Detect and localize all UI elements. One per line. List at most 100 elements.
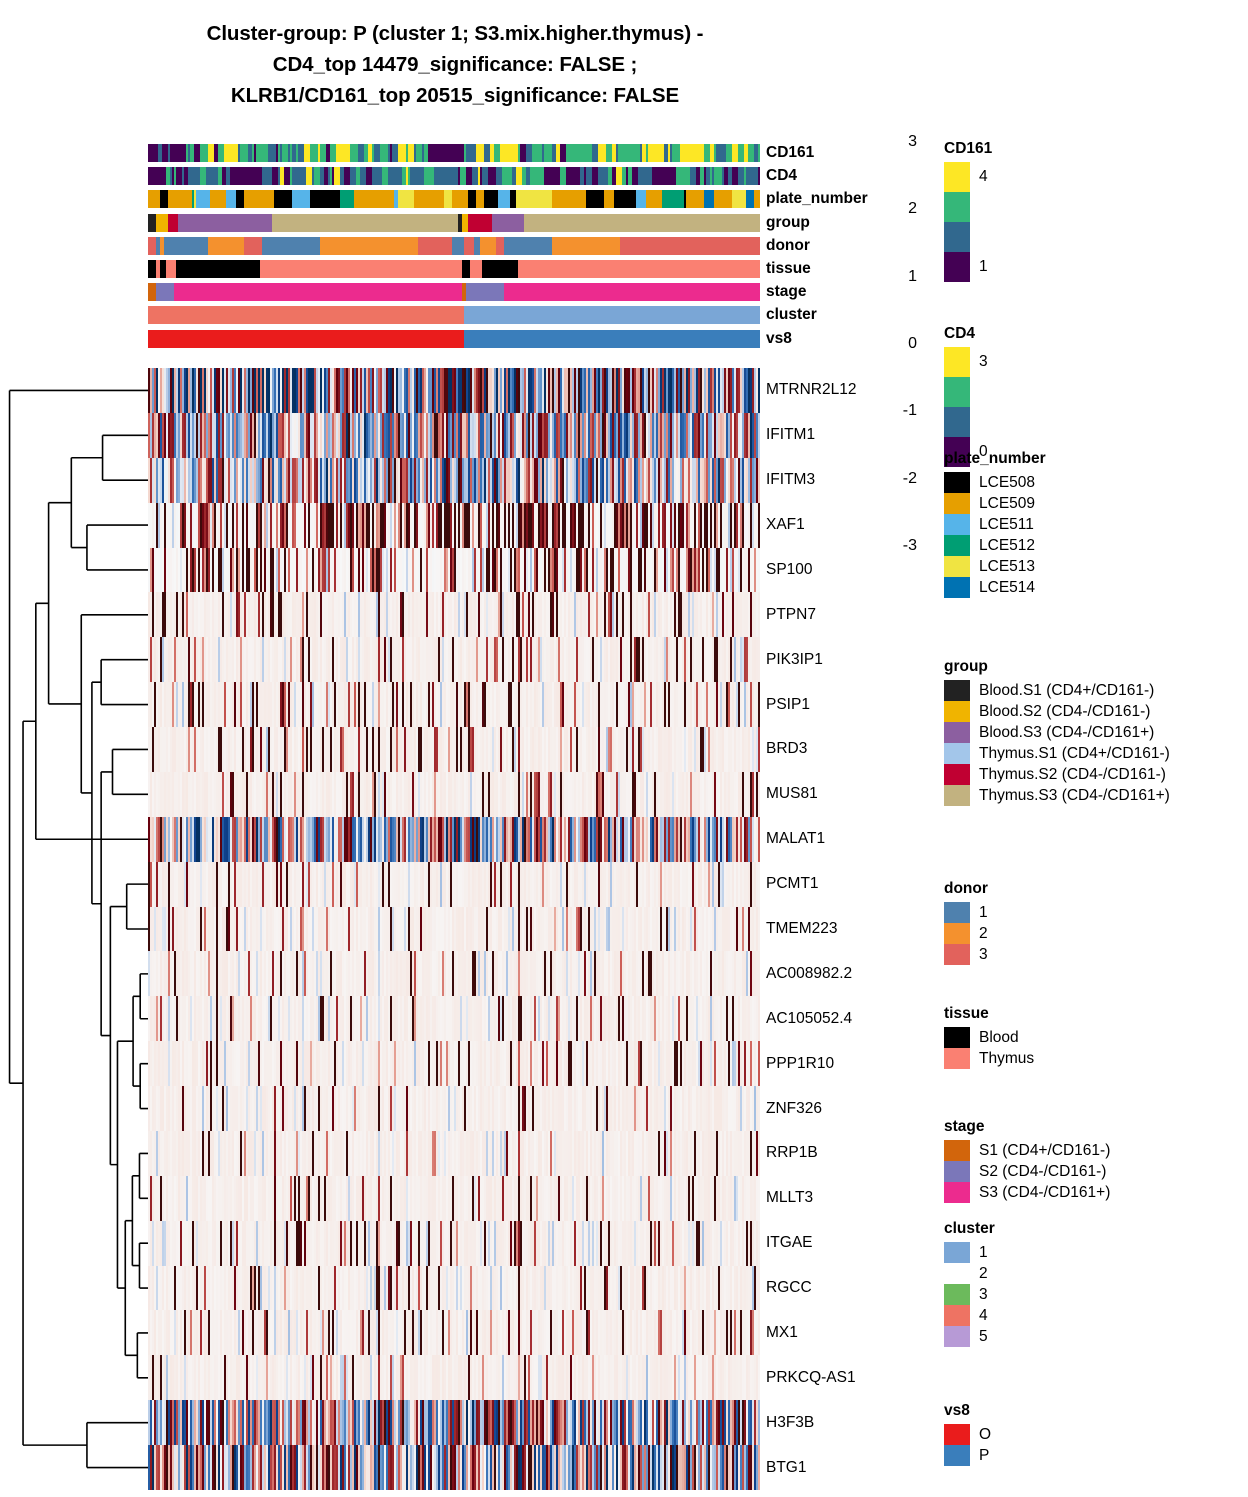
legend-item[interactable]: 1 [944, 1242, 995, 1263]
legend-swatch [944, 222, 970, 252]
legend-item[interactable] [944, 192, 992, 222]
row-dendrogram [4, 368, 148, 1490]
annotation-track-CD161: CD161 [148, 144, 814, 162]
legend-item[interactable]: 1 [944, 252, 992, 282]
legend-label: O [979, 1425, 992, 1443]
heatmap-row-label: PPP1R10 [766, 1054, 835, 1072]
heatmap-row [148, 368, 760, 413]
legend-swatch [944, 514, 970, 535]
legend-plate_number: plate_number LCE508 LCE509 LCE511 LCE512 LCE5… [944, 450, 1046, 598]
heatmap-row [148, 816, 760, 862]
legend-item[interactable]: 2 [944, 923, 988, 944]
heatmap-row-label: AC105052.4 [766, 1009, 853, 1027]
legend-label: LCE511 [979, 515, 1034, 533]
legend-swatch [944, 701, 970, 722]
heatmap-row-label: PIK3IP1 [766, 650, 823, 668]
legend-item[interactable]: 1 [944, 902, 988, 923]
legend-group: group Blood.S1 (CD4+/CD161-) Blood.S2 (CD4… [944, 658, 1170, 806]
legend-item[interactable]: LCE511 [944, 514, 1046, 535]
heatmap-row [148, 502, 760, 548]
heatmap-row-label: IFITM3 [766, 471, 816, 489]
legend-swatch [944, 1445, 970, 1466]
heatmap-row [148, 771, 760, 817]
legend-CD4: CD4 3 0 [944, 325, 988, 467]
legend-item[interactable]: 3 [944, 347, 988, 377]
legend-item[interactable]: Thymus.S1 (CD4+/CD161-) [944, 743, 1170, 764]
legend-item[interactable]: LCE512 [944, 535, 1046, 556]
heatmap-row-label: IFITM1 [766, 426, 816, 444]
legend-label: S3 (CD4-/CD161+) [979, 1183, 1111, 1201]
legend-label: 1 [979, 258, 988, 275]
legend-item[interactable]: LCE509 [944, 493, 1046, 514]
heatmap-body [148, 368, 760, 1490]
legend-item[interactable]: 2 [944, 1263, 995, 1284]
heatmap-row [148, 457, 760, 503]
legend-label: LCE509 [979, 494, 1036, 512]
legend-swatch [944, 743, 970, 764]
heatmap-row-label: MALAT1 [766, 830, 826, 848]
legend-item[interactable]: Thymus.S2 (CD4-/CD161-) [944, 764, 1170, 785]
legend-swatch [944, 192, 970, 222]
legend-item[interactable]: P [944, 1445, 991, 1466]
legend-swatch [944, 764, 970, 785]
heatmap-row-label: PRKCQ-AS1 [766, 1368, 856, 1386]
legend-label: 2 [979, 924, 988, 942]
legend-item[interactable]: 4 [944, 162, 992, 192]
legend-item[interactable]: 4 [944, 1305, 995, 1326]
heatmap-row-label: MX1 [766, 1323, 798, 1341]
heatmap-row [148, 682, 760, 727]
legend-swatch [944, 902, 970, 923]
legend-item[interactable]: 5 [944, 1326, 995, 1347]
legend-item[interactable]: S2 (CD4-/CD161-) [944, 1161, 1110, 1182]
annotation-strip-stage [148, 283, 760, 302]
annotation-strip-donor [148, 236, 760, 255]
legend-label: Thymus.S2 (CD4-/CD161-) [979, 765, 1166, 783]
legend-item[interactable]: S1 (CD4+/CD161-) [944, 1140, 1110, 1161]
color-scale-tick: 3 [908, 133, 917, 150]
legend-label: Thymus [979, 1049, 1035, 1067]
legend-item[interactable]: Blood [944, 1027, 1034, 1048]
legend-item[interactable] [944, 407, 988, 437]
legend-item[interactable]: S3 (CD4-/CD161+) [944, 1182, 1110, 1203]
heatmap-row-label: PTPN7 [766, 605, 816, 623]
heatmap-row [148, 637, 760, 683]
legend-swatch [944, 785, 970, 806]
legend-CD161: CD161 4 1 [944, 140, 992, 282]
legend-item[interactable]: O [944, 1424, 991, 1445]
legend-item[interactable]: LCE514 [944, 577, 1046, 598]
legend-title-stage: stage [944, 1118, 985, 1135]
legend-swatch [944, 1140, 970, 1161]
legend-swatch [944, 1161, 970, 1182]
heatmap-row-label: XAF1 [766, 516, 805, 534]
legend-item[interactable]: Blood.S1 (CD4+/CD161-) [944, 680, 1170, 701]
legend-label: Thymus.S1 (CD4+/CD161-) [979, 744, 1170, 762]
annotation-strip-group [148, 213, 760, 232]
legend-label: 5 [979, 1327, 988, 1345]
legend-item[interactable] [944, 377, 988, 407]
legend-title-CD4: CD4 [944, 325, 976, 342]
legend-item[interactable]: Blood.S2 (CD4-/CD161-) [944, 701, 1170, 722]
annotation-label-vs8: vs8 [766, 329, 792, 347]
legend-item[interactable]: Blood.S3 (CD4-/CD161+) [944, 722, 1170, 743]
heatmap-row-label: H3F3B [766, 1413, 815, 1431]
legend-item[interactable]: Thymus [944, 1048, 1034, 1069]
legend-item[interactable]: LCE508 [944, 472, 1046, 493]
legend-item[interactable] [944, 222, 992, 252]
heatmap-row-label: SP100 [766, 560, 813, 578]
heatmap-row [148, 951, 760, 997]
legend-item[interactable]: 3 [944, 1284, 995, 1305]
annotation-track-cluster: cluster [148, 306, 817, 325]
annotation-label-cluster: cluster [766, 306, 817, 324]
annotation-label-plate_number: plate_number [766, 190, 868, 208]
legend-label: 1 [979, 1243, 988, 1261]
legend-swatch [944, 1242, 970, 1263]
legend-item[interactable]: Thymus.S3 (CD4-/CD161+) [944, 785, 1170, 806]
heatmap-row [148, 1086, 760, 1131]
legend-item[interactable]: LCE513 [944, 556, 1046, 577]
legend-item[interactable]: 3 [944, 944, 988, 965]
legend-swatch [944, 577, 970, 598]
annotation-label-CD161: CD161 [766, 144, 815, 161]
annotation-label-tissue: tissue [766, 260, 811, 277]
heatmap-row [148, 996, 760, 1042]
heatmap-row-label: PSIP1 [766, 695, 810, 713]
